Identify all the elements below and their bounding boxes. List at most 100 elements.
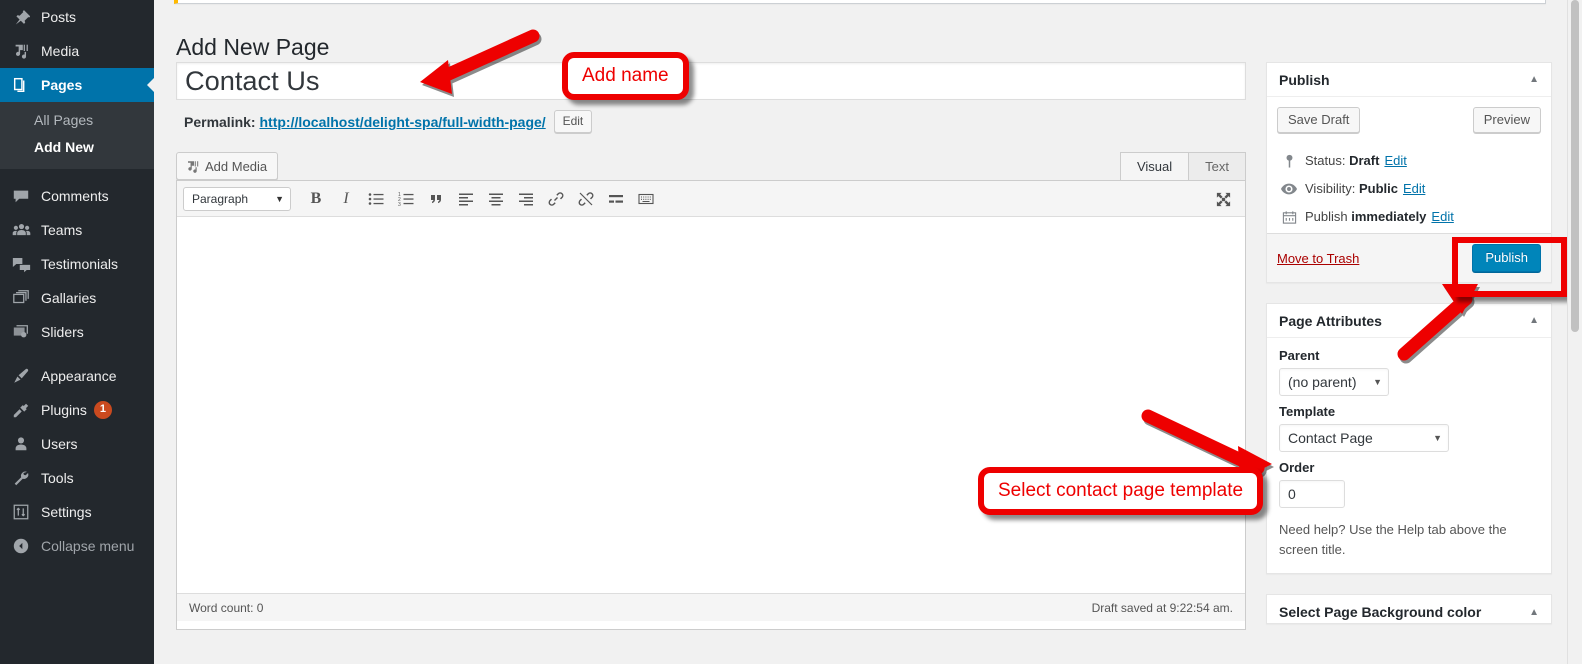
- media-buttons: Add Media: [176, 152, 279, 180]
- move-to-trash-link[interactable]: Move to Trash: [1277, 251, 1359, 266]
- sidebar-item-plugins[interactable]: Plugins 1: [0, 393, 154, 427]
- add-media-label: Add Media: [205, 158, 268, 174]
- editor-toolbar: Paragraph ▼ B I 123: [177, 181, 1245, 217]
- post-edit-form: Permalink: http://localhost/delight-spa/…: [176, 62, 1246, 630]
- sidebar-item-sliders[interactable]: Sliders: [0, 315, 154, 349]
- align-left-icon[interactable]: [451, 186, 481, 212]
- bold-icon[interactable]: B: [301, 186, 331, 212]
- sidebar-item-label: Appearance: [41, 367, 117, 384]
- edit-permalink-button[interactable]: Edit: [553, 110, 593, 133]
- sidebar-item-testimonials[interactable]: Testimonials: [0, 247, 154, 281]
- publish-actions-row: Save Draft Preview: [1267, 97, 1551, 137]
- numbered-list-icon[interactable]: 123: [391, 186, 421, 212]
- parent-select-value: (no parent): [1288, 374, 1357, 390]
- sidebar-item-label: Tools: [41, 469, 74, 486]
- edit-visibility-link[interactable]: Edit: [1403, 180, 1425, 198]
- save-draft-button[interactable]: Save Draft: [1277, 107, 1361, 133]
- permalink-link[interactable]: http://localhost/delight-spa/full-width-…: [259, 114, 545, 130]
- eye-icon: [1279, 183, 1299, 195]
- edit-status-link[interactable]: Edit: [1384, 152, 1406, 170]
- chevron-up-icon[interactable]: ▲: [1529, 607, 1539, 618]
- admin-sidebar: Posts Media Pages All Pages Add New Comm…: [0, 0, 154, 664]
- sidebar-item-label: Sliders: [41, 323, 84, 340]
- editor-content-area[interactable]: [177, 217, 1245, 593]
- sidebar-item-all-pages[interactable]: All Pages: [0, 107, 154, 134]
- sidebar-item-comments[interactable]: Comments: [0, 179, 154, 213]
- plugins-update-badge: 1: [93, 400, 112, 419]
- page-title: Add New Page: [176, 34, 330, 61]
- tab-text[interactable]: Text: [1188, 152, 1246, 182]
- sidebar-item-posts[interactable]: Posts: [0, 0, 154, 34]
- sidebar-item-settings[interactable]: Settings: [0, 495, 154, 529]
- page-attributes-body: Parent (no parent) ▼ Template Contact Pa…: [1267, 338, 1551, 573]
- publish-button-highlight: [1452, 237, 1567, 297]
- wrench-icon: [10, 468, 32, 488]
- word-count: Word count: 0: [189, 600, 264, 615]
- collapse-icon: [10, 536, 32, 556]
- sidebar-item-media[interactable]: Media: [0, 34, 154, 68]
- unlink-icon[interactable]: [571, 186, 601, 212]
- gallery-icon: [10, 288, 32, 308]
- add-name-arrow: [420, 29, 542, 97]
- distraction-free-icon[interactable]: [1211, 187, 1235, 211]
- add-name-callout-text: Add name: [582, 65, 669, 86]
- sidebar-item-pages[interactable]: Pages: [0, 68, 154, 102]
- sidebar-item-label: Posts: [41, 9, 77, 25]
- sidebar-item-label: Collapse menu: [41, 537, 135, 554]
- parent-select[interactable]: (no parent) ▼: [1279, 368, 1389, 396]
- template-select[interactable]: Contact Page ▼: [1279, 424, 1449, 452]
- page-background-color-box: Select Page Background color ▲: [1266, 594, 1552, 624]
- page-scrollbar[interactable]: [1567, 0, 1582, 664]
- pages-submenu: All Pages Add New: [0, 102, 154, 169]
- edit-schedule-link[interactable]: Edit: [1431, 208, 1453, 226]
- draft-saved-status: Draft saved at 9:22:54 am.: [1091, 600, 1233, 615]
- permalink-label: Permalink:: [184, 114, 256, 130]
- sidebar-item-teams[interactable]: Teams: [0, 213, 154, 247]
- toolbar-toggle-icon[interactable]: [631, 186, 661, 212]
- add-media-button[interactable]: Add Media: [176, 152, 279, 180]
- blockquote-icon[interactable]: [421, 186, 451, 212]
- insert-more-icon[interactable]: [601, 186, 631, 212]
- chevron-up-icon[interactable]: ▲: [1529, 315, 1539, 326]
- page-attributes-title: Page Attributes: [1279, 312, 1382, 329]
- schedule-label: Publish: [1305, 209, 1348, 224]
- chevron-up-icon[interactable]: ▲: [1529, 74, 1539, 85]
- pin-status-icon: [1279, 154, 1299, 169]
- slider-icon: [10, 322, 32, 342]
- sidebar-item-collapse-menu[interactable]: Collapse menu: [0, 529, 154, 563]
- paragraph-format-value: Paragraph: [192, 191, 249, 206]
- post-title-input[interactable]: [177, 63, 1245, 99]
- link-icon[interactable]: [541, 186, 571, 212]
- preview-button[interactable]: Preview: [1472, 107, 1541, 133]
- publish-box-title: Publish: [1279, 71, 1330, 88]
- align-center-icon[interactable]: [481, 186, 511, 212]
- visibility-row: Visibility: Public Edit: [1277, 175, 1541, 203]
- sidebar-item-gallaries[interactable]: Gallaries: [0, 281, 154, 315]
- main-content: Add New Page Permalink: http://localhost…: [154, 0, 1582, 664]
- page-scrollbar-thumb[interactable]: [1571, 0, 1579, 332]
- media-icon: [185, 159, 200, 174]
- italic-icon[interactable]: I: [331, 186, 361, 212]
- user-icon: [10, 434, 32, 454]
- settings-icon: [10, 502, 32, 522]
- post-title-wrap: [176, 62, 1246, 100]
- sidebar-item-users[interactable]: Users: [0, 427, 154, 461]
- testimonial-icon: [10, 254, 32, 274]
- bullet-list-icon[interactable]: [361, 186, 391, 212]
- calendar-icon: [1279, 210, 1299, 225]
- sidebar-item-tools[interactable]: Tools: [0, 461, 154, 495]
- sidebar-item-label: Comments: [41, 187, 109, 204]
- chevron-down-icon: ▼: [275, 193, 284, 204]
- sidebar-item-label: Users: [41, 435, 78, 452]
- pages-icon: [10, 75, 32, 95]
- brush-icon: [10, 366, 32, 386]
- sidebar-item-label: Testimonials: [41, 255, 119, 272]
- sidebar-item-add-new[interactable]: Add New: [0, 134, 154, 161]
- paragraph-format-select[interactable]: Paragraph ▼: [183, 186, 291, 211]
- sidebar-item-appearance[interactable]: Appearance: [0, 359, 154, 393]
- menu-separator: [0, 169, 154, 179]
- tab-visual[interactable]: Visual: [1119, 152, 1190, 182]
- menu-separator-2: [0, 349, 154, 359]
- align-right-icon[interactable]: [511, 186, 541, 212]
- page-attributes-help: Need help? Use the Help tab above the sc…: [1279, 522, 1507, 557]
